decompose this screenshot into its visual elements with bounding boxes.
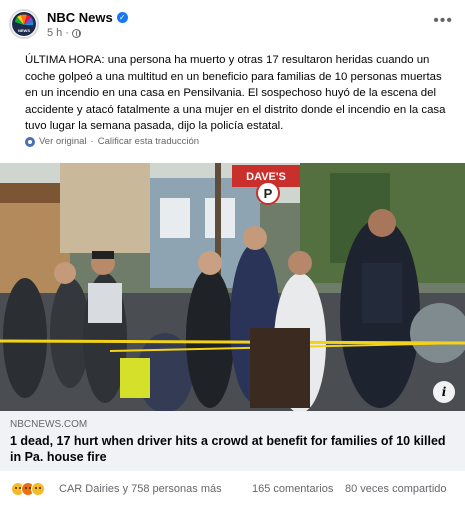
translation-separator: · (90, 136, 94, 147)
globe-icon (71, 28, 81, 38)
translation-bar: Ver original · Calificar esta traducción (25, 136, 199, 147)
more-options-icon[interactable]: ••• (433, 12, 453, 30)
photo-parking-letter: P (264, 186, 273, 201)
post-header: NEWS NBC News ✓ 5 h · ••• (0, 0, 465, 46)
link-headline[interactable]: 1 dead, 17 hurt when driver hits a crowd… (10, 434, 450, 465)
reaction-names[interactable]: CAR Dairies y 758 personas más (59, 483, 222, 495)
comments-count[interactable]: 165 comentarios (252, 483, 333, 495)
translate-gear-icon[interactable] (25, 136, 35, 147)
care-icon (31, 482, 45, 496)
page-avatar[interactable]: NEWS (9, 9, 39, 39)
rate-translation-link[interactable]: Calificar esta traducción (98, 136, 199, 147)
page-name-label[interactable]: NBC News (47, 10, 113, 25)
link-preview-card[interactable]: NBCNEWS.COM 1 dead, 17 hurt when driver … (0, 411, 465, 471)
svg-text:NEWS: NEWS (18, 28, 30, 33)
info-icon[interactable]: i (433, 381, 455, 403)
nbc-peacock-logo: NEWS (12, 12, 36, 36)
shares-count[interactable]: 80 veces compartido (345, 483, 447, 495)
reactions-bar: CAR Dairies y 758 personas más 165 comen… (0, 471, 465, 505)
post-photo[interactable]: DAVE'S P i (0, 163, 465, 411)
page-name[interactable]: NBC News ✓ (47, 10, 128, 25)
crowd-scene-image: DAVE'S P (0, 163, 465, 411)
reaction-icons[interactable] (11, 482, 45, 496)
verified-badge-icon: ✓ (116, 12, 128, 23)
link-domain: NBCNEWS.COM (10, 419, 88, 430)
see-original-link[interactable]: Ver original (39, 136, 87, 147)
post-meta: 5 h · (47, 27, 81, 39)
post-time[interactable]: 5 h (47, 27, 62, 39)
post-text: ÚLTIMA HORA: una persona ha muerto y otr… (25, 54, 446, 132)
